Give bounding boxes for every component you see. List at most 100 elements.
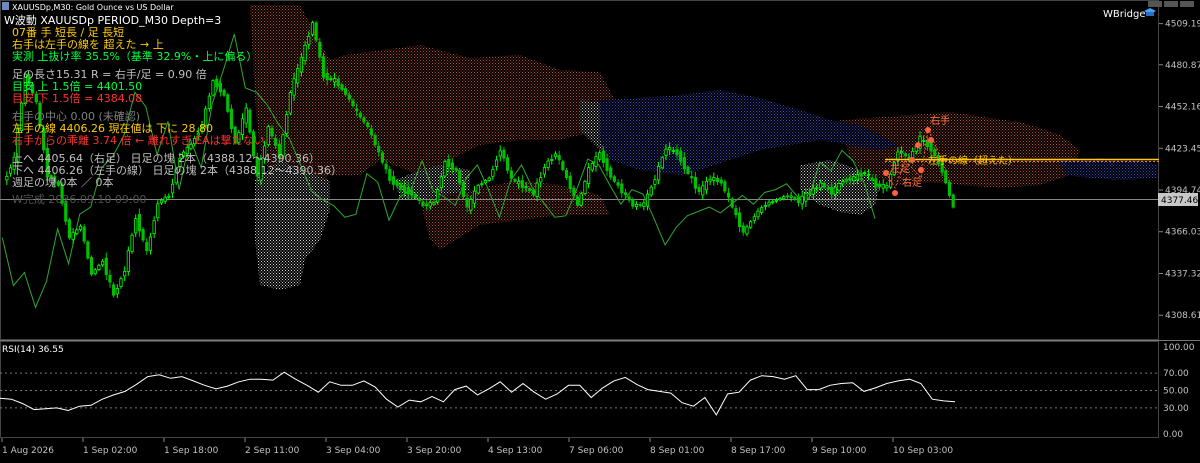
candle-body (509, 170, 513, 179)
candle-body (686, 166, 690, 174)
overlay-line-1: W波動 XAUUSDp PERIOD_M30 Depth=3 (4, 13, 221, 27)
candle-body (487, 177, 491, 181)
maximize-button[interactable] (1164, 1, 1178, 7)
candle-body (612, 176, 616, 182)
candle-body (671, 149, 675, 152)
candle-body (130, 234, 134, 252)
candle-body (877, 183, 882, 188)
chart-canvas[interactable]: 右手 左手の線（超えた） 右足 左足 W波動 XAUUSDp PERIOD_M3… (0, 0, 1200, 459)
candle-body (572, 187, 576, 197)
candle-body (583, 180, 587, 194)
candle-body (299, 56, 304, 73)
candle-body (634, 203, 639, 208)
time-tick-label: 8 Sep 01:00 (650, 446, 705, 456)
candle-body (399, 183, 403, 190)
price-axis[interactable]: 4509.194480.874452.164423.454394.744366.… (1159, 20, 1200, 322)
minimize-button[interactable] (1148, 1, 1162, 7)
candle-body (730, 198, 734, 208)
candle-body (752, 216, 756, 221)
candle-body (93, 269, 97, 275)
pattern-point (915, 142, 921, 148)
candle-body (789, 195, 793, 198)
candle-body (104, 257, 108, 275)
candle-body (351, 100, 355, 107)
candle-body (579, 193, 583, 206)
candle-body (119, 278, 123, 287)
overlay-line-10: 右手からの乖離 3.74 倍 ← 離れすぎ EAは撃たない (12, 133, 265, 147)
candle-body (469, 199, 473, 211)
candle-body (244, 107, 248, 124)
candle-body (726, 192, 731, 198)
candle-body (86, 241, 90, 259)
candle-body (513, 178, 517, 182)
candle-body (5, 176, 9, 181)
candle-body (491, 169, 495, 177)
candle-body (815, 187, 819, 190)
candle-body (307, 35, 311, 45)
candle-body (682, 157, 686, 170)
time-tick-label: 1 Sep 18:00 (164, 446, 219, 456)
candle-body (321, 56, 326, 78)
candle-body (226, 94, 230, 112)
candle-body (881, 184, 885, 189)
candle-body (380, 152, 385, 163)
overlay-line-11: 上へ 4405.64（右足） 日足の塊 2本（4388.12〜4390.36） (12, 151, 320, 165)
time-axis[interactable]: 1 Aug 2026 1 Sep 02:00 1 Sep 18:00 2 Sep 11… (1, 438, 953, 456)
candle-body (675, 148, 679, 156)
candle-body (410, 189, 414, 196)
candle-body (78, 225, 83, 230)
overlay-line-2: 07番 手 短長 / 足 長短 (12, 25, 124, 39)
rsi-label: RSI(14) 36.55 (2, 345, 64, 355)
candle-body (598, 152, 602, 160)
time-tick-label: 1 Sep 02:00 (83, 446, 138, 456)
candle-body (616, 182, 620, 186)
rsi-series-line (0, 371, 956, 416)
candle-body (167, 195, 171, 198)
candle-body (266, 126, 270, 145)
candle-body (575, 196, 580, 206)
candle-body (362, 117, 366, 123)
candle-body (605, 158, 609, 171)
candle-body (826, 187, 830, 190)
candle-body (285, 114, 289, 134)
cloud-layer (250, 5, 1157, 290)
candle-body (944, 170, 948, 184)
candle-body (785, 195, 790, 198)
candle-body (329, 78, 333, 80)
candle-body (870, 177, 874, 181)
candle-body (594, 156, 598, 167)
candle-body (660, 157, 664, 169)
candle-body (741, 225, 745, 233)
candle-body (848, 177, 852, 181)
close-button[interactable] (1180, 1, 1194, 7)
pattern-point (909, 157, 915, 163)
candle-body (391, 176, 396, 185)
candle-body (704, 180, 709, 191)
candle-body (413, 193, 418, 199)
candle-body (358, 112, 362, 118)
candle-body (638, 204, 642, 206)
candle-body (609, 167, 613, 178)
candle-body (697, 187, 701, 192)
candle-body (771, 201, 775, 204)
candle-body (951, 194, 955, 208)
candle-body (929, 142, 933, 152)
candle-body (366, 122, 370, 128)
candle-body (693, 176, 698, 189)
candle-body (557, 155, 561, 161)
candle-body (520, 180, 524, 188)
candle-body (215, 78, 219, 87)
chart-window[interactable]: 右手 左手の線（超えた） 右足 左足 W波動 XAUUSDp PERIOD_M3… (0, 0, 1200, 459)
candle-body (292, 78, 296, 96)
candle-body (712, 177, 716, 181)
candle-body (89, 257, 94, 275)
current-price-tag: 4377.46 (1158, 193, 1198, 206)
candle-body (535, 182, 539, 197)
candle-body (627, 196, 631, 201)
candle-body (844, 179, 848, 182)
candle-body (841, 181, 845, 185)
candle-body (859, 172, 863, 177)
candle-body (804, 192, 808, 202)
candle-body (763, 205, 767, 207)
candle-body (885, 185, 889, 189)
